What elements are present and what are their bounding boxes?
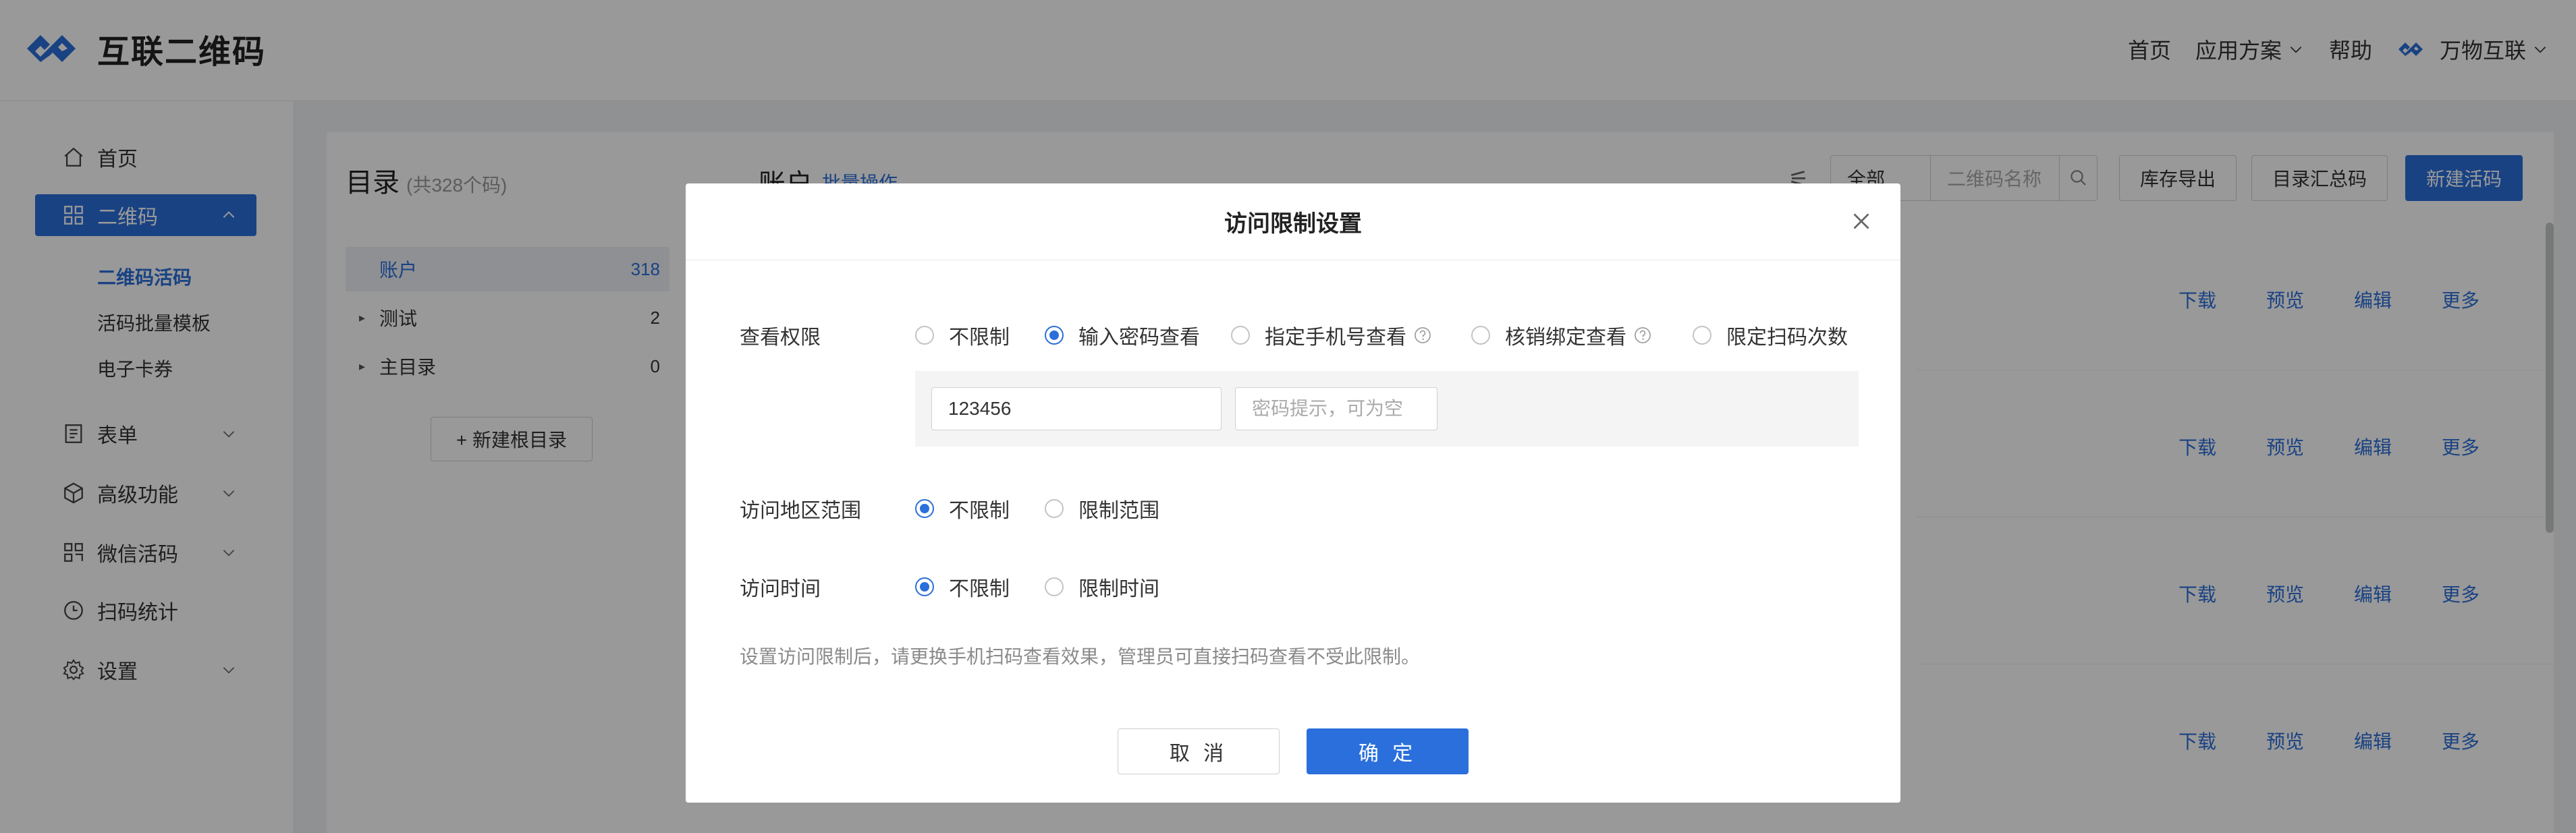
radio-dot [1231,326,1250,345]
radio-dot [1471,326,1490,345]
cancel-button[interactable]: 取 消 [1118,728,1280,774]
view-option-scan-limit[interactable]: 限定扫码次数 [1693,320,1848,350]
dialog-header: 访问限制设置 [686,183,1900,260]
radio-label: 限制时间 [1078,578,1159,600]
confirm-button[interactable]: 确 定 [1307,728,1469,774]
password-hint-input[interactable] [1235,387,1437,430]
view-option-phone[interactable]: 指定手机号查看 [1231,320,1432,350]
radio-label: 不限制 [949,326,1010,349]
radio-dot [1693,326,1711,345]
radio-label: 输入密码查看 [1078,326,1200,349]
radio-label: 指定手机号查看 [1265,326,1406,349]
region-label: 访问地区范围 [740,500,861,522]
view-option-verify[interactable]: 核销绑定查看 [1471,320,1652,350]
access-restriction-dialog: 访问限制设置 查看权限 不限制 输入密码查看 指定手机号查看 核销绑定查看 限定… [686,183,1900,803]
radio-dot [915,326,934,345]
password-input[interactable] [931,387,1222,430]
close-icon[interactable] [1849,209,1873,233]
view-permission-label: 查看权限 [740,326,821,349]
radio-dot [1045,499,1064,518]
radio-label: 不限制 [949,500,1010,522]
region-option-unlimited[interactable]: 不限制 [915,494,1010,523]
restriction-hint: 设置访问限制后，请更换手机扫码查看效果，管理员可直接扫码查看不受此限制。 [740,646,1421,667]
dialog-title: 访问限制设置 [1224,211,1362,237]
region-option-limited[interactable]: 限制范围 [1045,494,1159,523]
radio-dot [915,499,934,518]
radio-dot [915,577,934,596]
view-option-password[interactable]: 输入密码查看 [1045,320,1200,350]
radio-label: 限制范围 [1078,500,1159,522]
radio-label: 限定扫码次数 [1726,326,1848,349]
view-option-unlimited[interactable]: 不限制 [915,320,1010,350]
radio-dot [1045,577,1064,596]
time-option-limited[interactable]: 限制时间 [1045,572,1159,602]
radio-label: 核销绑定查看 [1505,326,1626,349]
help-icon[interactable] [1413,326,1432,345]
time-label: 访问时间 [740,578,821,600]
help-icon[interactable] [1633,326,1652,345]
radio-label: 不限制 [949,578,1010,600]
radio-dot [1045,326,1064,345]
time-option-unlimited[interactable]: 不限制 [915,572,1010,602]
